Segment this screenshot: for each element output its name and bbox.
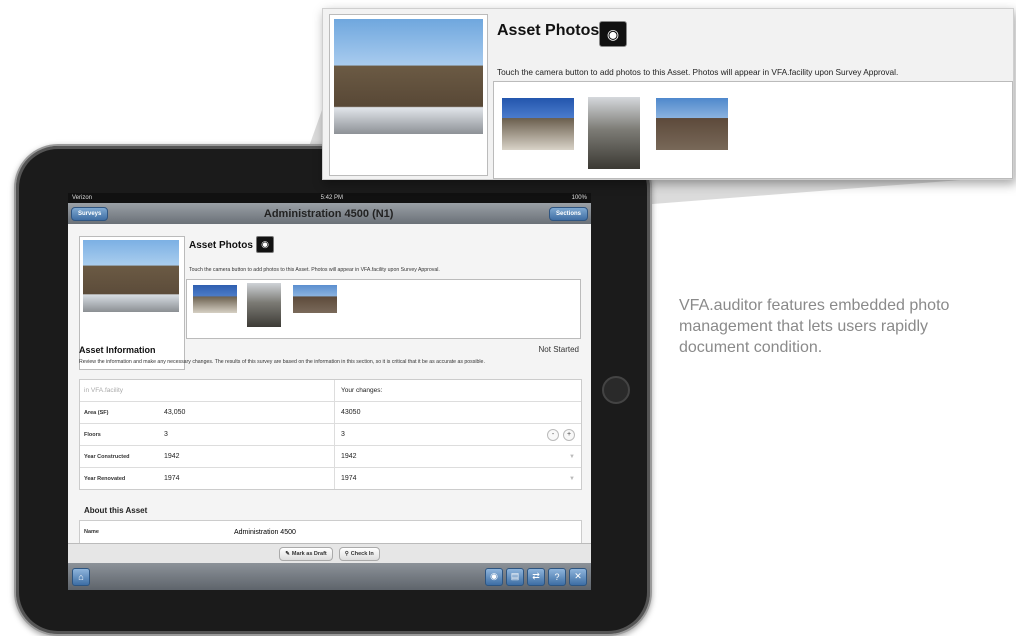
asset-photos-hint: Touch the camera button to add photos to… [189, 267, 440, 273]
camera-icon[interactable]: ◉ [599, 21, 627, 47]
sections-button[interactable]: Sections [548, 206, 588, 221]
mark-as-draft-label: Mark as Draft [291, 551, 327, 557]
year-renovated-value: 1974 [341, 475, 357, 482]
callout-asset-photos-title: Asset Photos [497, 22, 600, 39]
check-in-label: Check In [350, 551, 374, 557]
table-row: Floors 3 3 - + [80, 424, 581, 446]
bottom-toolbar: ⌂ ◉ ▤ ⇄ ? ✕ [68, 563, 591, 590]
row-label: Area (SF) [84, 409, 109, 416]
plus-icon[interactable]: + [563, 428, 575, 441]
row-label: Year Constructed [84, 453, 130, 460]
home-icon[interactable]: ⌂ [72, 567, 90, 586]
floors-stepper[interactable]: 3 - + [334, 424, 581, 445]
photo-thumbnail[interactable] [502, 98, 574, 150]
year-constructed-select[interactable]: 1942 ▼ [334, 446, 581, 467]
help-icon[interactable]: ? [548, 567, 566, 586]
status-bar: Verizon 5:42 PM 100% [68, 193, 591, 203]
row-label: Year Renovated [84, 475, 126, 482]
notes-icon[interactable]: ▤ [506, 567, 524, 586]
facility-value: 43,050 [164, 409, 186, 416]
col-changes-header: Your changes: [334, 380, 581, 401]
chevron-down-icon: ▼ [569, 475, 575, 482]
camera-icon[interactable]: ◉ [256, 236, 274, 253]
chevron-down-icon: ▼ [569, 453, 575, 460]
asset-info-title: Asset Information [79, 345, 156, 355]
area-input[interactable]: 43050 [334, 402, 581, 423]
callout-asset-photos-hint: Touch the camera button to add photos to… [497, 67, 899, 77]
ipad-screen: Verizon 5:42 PM 100% Surveys Administrat… [68, 193, 591, 590]
photo-thumbnail[interactable] [193, 285, 237, 313]
survey-content: Asset Photos ◉ Touch the camera button t… [68, 224, 591, 544]
surveys-back-button[interactable]: Surveys [71, 206, 109, 221]
year-renovated-select[interactable]: 1974 ▼ [334, 468, 581, 489]
col-facility-header: in VFA.facility [84, 387, 124, 394]
mark-as-draft-button[interactable]: ✎ Mark as Draft [279, 547, 333, 561]
edit-icon: ✎ [285, 551, 290, 557]
clock: 5:42 PM [320, 195, 343, 201]
photo-thumbnail[interactable] [656, 98, 728, 150]
facility-value: 1942 [164, 453, 180, 460]
pin-icon: ⚲ [344, 551, 349, 557]
tools-icon[interactable]: ✕ [569, 567, 587, 586]
asset-main-photo-card[interactable] [329, 14, 488, 176]
photo-thumbnail[interactable] [588, 97, 640, 169]
action-bar: ✎ Mark as Draft ⚲ Check In [68, 543, 591, 564]
about-asset-table: Name Administration 4500 [79, 520, 582, 544]
home-button[interactable] [602, 376, 630, 404]
year-constructed-value: 1942 [341, 453, 357, 460]
row-label: Floors [84, 431, 101, 438]
facility-value: 1974 [164, 475, 180, 482]
photo-thumbnail[interactable] [293, 285, 337, 313]
area-input-value: 43050 [341, 409, 361, 416]
photo-strip [186, 279, 581, 339]
page-title: Administration 4500 (N1) [263, 207, 394, 220]
floors-input-value: 3 [341, 431, 345, 438]
magnified-callout: Asset Photos ◉ Touch the camera button t… [322, 8, 1014, 180]
sync-icon[interactable]: ⇄ [527, 567, 545, 586]
about-asset-title: About this Asset [84, 506, 148, 515]
asset-status-badge: Not Started [538, 345, 579, 354]
battery-label: 100% [571, 195, 587, 201]
minus-icon[interactable]: - [547, 428, 559, 441]
nav-bar: Surveys Administration 4500 (N1) Section… [68, 203, 591, 225]
callout-photo-strip [493, 81, 1013, 179]
asset-main-photo [83, 240, 179, 312]
name-label: Name [84, 529, 99, 535]
asset-info-description: Review the information and make any nece… [79, 359, 485, 365]
asset-main-photo [334, 19, 483, 134]
facility-value: 3 [164, 431, 168, 438]
asset-photos-title: Asset Photos [189, 240, 253, 251]
table-header-row: in VFA.facility Your changes: [80, 380, 581, 402]
feature-caption: VFA.auditor features embedded photo mana… [679, 297, 950, 356]
carrier-label: Verizon [72, 195, 93, 201]
table-row: Area (SF) 43,050 43050 [80, 402, 581, 424]
table-row: Year Renovated 1974 1974 ▼ [80, 468, 581, 489]
table-row: Year Constructed 1942 1942 ▼ [80, 446, 581, 468]
photo-thumbnail[interactable] [247, 283, 281, 327]
check-in-button[interactable]: ⚲ Check In [338, 547, 380, 561]
camera-icon[interactable]: ◉ [485, 567, 503, 586]
asset-info-table: in VFA.facility Your changes: Area (SF) … [79, 379, 582, 490]
name-value[interactable]: Administration 4500 [234, 529, 296, 536]
